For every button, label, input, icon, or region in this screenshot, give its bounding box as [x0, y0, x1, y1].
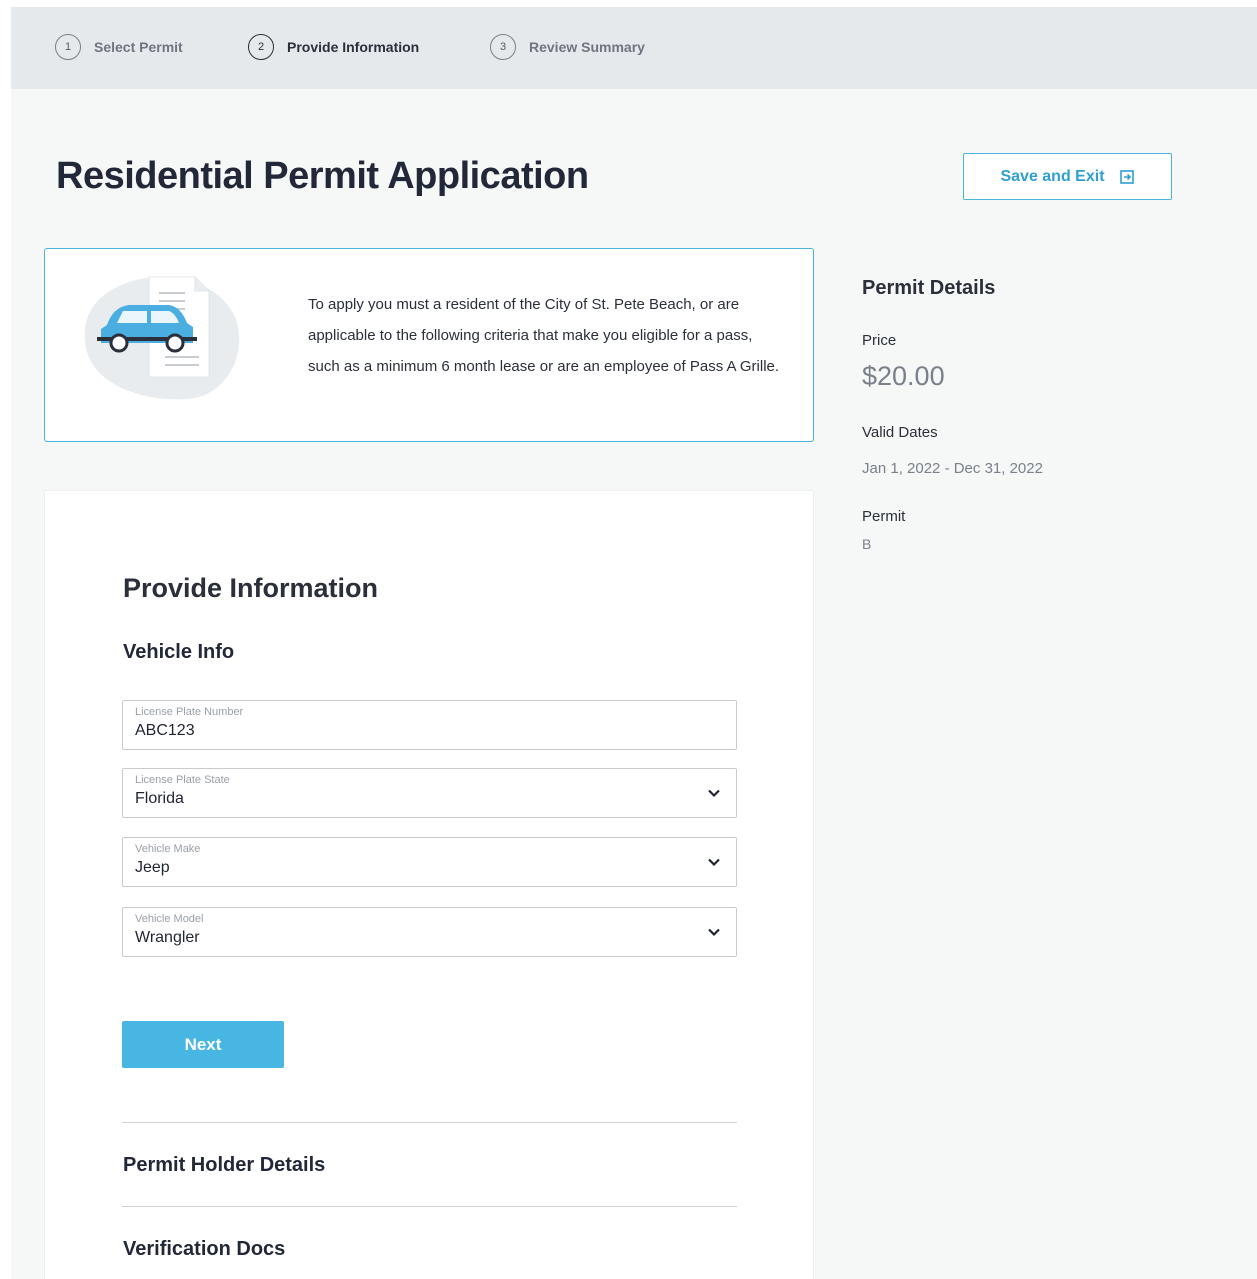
section-title: Provide Information: [123, 573, 379, 603]
price-label: Price: [862, 332, 897, 349]
valid-dates-label: Valid Dates: [862, 424, 938, 441]
permit-details-title: Permit Details: [862, 277, 996, 299]
step-number-badge: 1: [55, 34, 81, 60]
field-value: ABC123: [135, 722, 195, 739]
license-plate-number-input[interactable]: License Plate Number ABC123: [122, 700, 737, 750]
save-and-exit-button[interactable]: Save and Exit: [963, 153, 1172, 200]
field-label: License Plate Number: [135, 706, 244, 718]
eligibility-info-box: To apply you must a resident of the City…: [44, 248, 814, 442]
vehicle-info-heading: Vehicle Info: [123, 641, 235, 663]
valid-dates-value: Jan 1, 2022 - Dec 31, 2022: [862, 460, 1043, 477]
price-value: $20.00: [862, 361, 945, 391]
step-label: Select Permit: [94, 39, 183, 55]
permit-value: B: [862, 536, 872, 552]
page-title: Residential Permit Application: [56, 155, 589, 197]
chevron-down-icon: [708, 928, 720, 937]
next-button[interactable]: Next: [122, 1021, 284, 1068]
field-label: Vehicle Model: [135, 913, 204, 925]
step-select-permit[interactable]: 1 Select Permit: [55, 34, 183, 60]
license-plate-state-select[interactable]: License Plate State Florida: [122, 768, 737, 818]
section-divider: [122, 1122, 737, 1123]
step-label: Provide Information: [287, 39, 420, 55]
section-divider: [122, 1206, 737, 1207]
exit-icon: [1119, 169, 1134, 184]
chevron-down-icon: [708, 789, 720, 798]
eligibility-text: To apply you must a resident of the City…: [308, 296, 780, 375]
step-number-badge: 3: [490, 34, 516, 60]
field-label: Vehicle Make: [135, 843, 201, 855]
vehicle-make-select[interactable]: Vehicle Make Jeep: [122, 837, 737, 887]
chevron-down-icon: [708, 858, 720, 867]
field-value: Jeep: [135, 859, 170, 876]
step-label: Review Summary: [529, 39, 645, 55]
permit-label: Permit: [862, 508, 906, 525]
car-document-icon: [84, 276, 240, 400]
progress-stepper: 1 Select Permit 2 Provide Information 3 …: [11, 7, 1257, 89]
page-canvas: 1 Select Permit 2 Provide Information 3 …: [11, 7, 1257, 1279]
field-value: Florida: [135, 790, 184, 807]
verification-docs-section[interactable]: Verification Docs: [123, 1238, 285, 1261]
step-provide-information[interactable]: 2 Provide Information: [248, 34, 419, 60]
field-label: License Plate State: [135, 774, 230, 786]
step-number-badge: 2: [248, 34, 274, 60]
field-value: Wrangler: [135, 929, 200, 946]
provide-information-form: Provide Information Vehicle Info License…: [44, 490, 814, 1279]
permit-holder-details-section[interactable]: Permit Holder Details: [123, 1154, 325, 1177]
permit-details-panel: Permit Details Price $20.00 Valid Dates …: [862, 277, 1212, 552]
save-and-exit-label: Save and Exit: [1000, 167, 1105, 185]
step-review-summary[interactable]: 3 Review Summary: [490, 34, 645, 60]
vehicle-model-select[interactable]: Vehicle Model Wrangler: [122, 907, 737, 957]
